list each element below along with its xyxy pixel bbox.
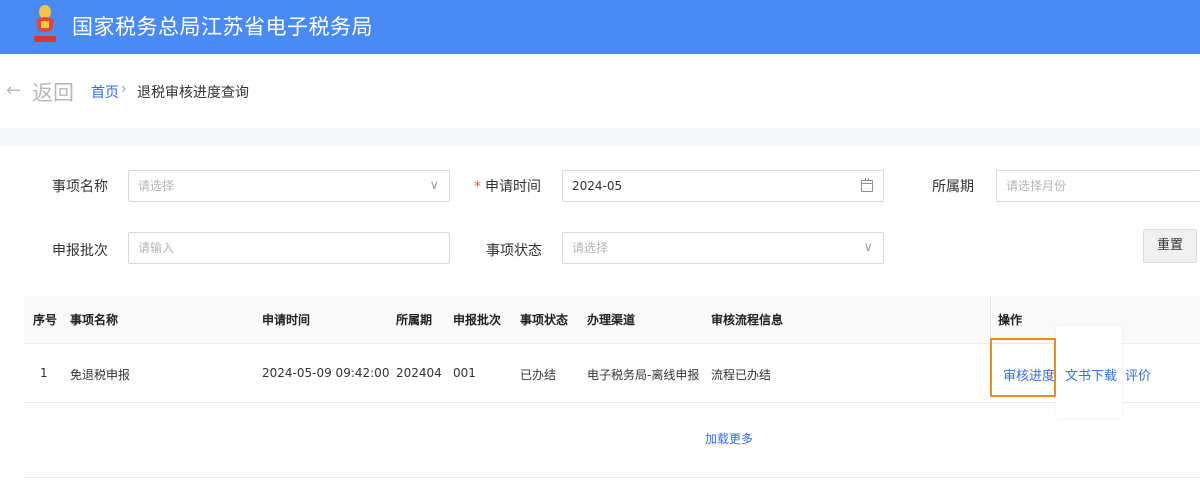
site-title: 国家税务总局江苏省电子税务局 — [72, 15, 373, 39]
table-header: 序号 事项名称 申请时间 所属期 申报批次 事项状态 办理渠道 审核流程信息 操… — [24, 296, 1200, 344]
apply-time-label: * 申请时间 — [474, 176, 541, 196]
tax-emblem-icon — [34, 5, 56, 42]
column-header: 办理渠道 — [587, 313, 636, 327]
row-batch: 001 — [453, 366, 476, 380]
period-placeholder: 请选择月份 — [1006, 179, 1067, 193]
apply-time-value: 2024-05 — [572, 179, 623, 193]
breadcrumb-current: 退税审核进度查询 — [137, 85, 249, 101]
column-header: 申报批次 — [453, 313, 502, 327]
row-index: 1 — [40, 366, 48, 380]
navbar: ← 返回 首页 › 退税审核进度查询 — [0, 54, 1200, 128]
apply-time-label-text: 申请时间 — [485, 179, 541, 195]
breadcrumb-home-link[interactable]: 首页 — [91, 82, 119, 102]
calendar-icon — [861, 178, 873, 192]
column-header: 审核流程信息 — [711, 313, 784, 327]
chevron-down-icon: ∨ — [863, 240, 873, 255]
status-label: 事项状态 — [486, 243, 542, 259]
column-header: 操作 — [998, 313, 1023, 327]
column-header: 序号 — [33, 313, 58, 327]
review-progress-link[interactable]: 审核进度 — [1003, 365, 1055, 384]
item-name-select[interactable]: 请选择 ∨ — [128, 170, 450, 202]
breadcrumb-separator: › — [121, 81, 127, 97]
column-header: 事项名称 — [70, 313, 119, 327]
column-header: 所属期 — [396, 313, 433, 327]
document-download-link[interactable]: 文书下载 — [1065, 365, 1117, 384]
batch-placeholder: 请输入 — [138, 241, 175, 255]
chevron-down-icon: ∨ — [429, 178, 439, 193]
rate-link[interactable]: 评价 — [1125, 365, 1151, 384]
row-apply-time: 2024-05-09 09:42:00 — [262, 366, 390, 380]
row-item-name: 免退税申报 — [70, 368, 131, 382]
status-placeholder: 请选择 — [572, 241, 609, 255]
row-status: 已办结 — [520, 368, 557, 382]
required-mark: * — [474, 179, 481, 195]
load-more-link[interactable]: 加载更多 — [24, 430, 1200, 447]
column-header: 申请时间 — [262, 313, 311, 327]
table-bottom-border — [24, 477, 1200, 478]
back-button[interactable]: 返回 — [32, 77, 74, 107]
batch-input[interactable]: 请输入 — [128, 232, 450, 264]
section-divider-band — [0, 128, 1200, 146]
back-arrow-icon[interactable]: ← — [6, 80, 21, 101]
reset-button[interactable]: 重置 — [1143, 229, 1197, 263]
row-period: 202404 — [396, 366, 442, 380]
item-name-label: 事项名称 — [52, 179, 108, 195]
item-name-placeholder: 请选择 — [138, 179, 175, 193]
status-select[interactable]: 请选择 ∨ — [562, 232, 884, 264]
top-header: 国家税务总局江苏省电子税务局 — [0, 0, 1200, 54]
column-divider — [990, 296, 991, 343]
column-header: 事项状态 — [520, 313, 569, 327]
period-label: 所属期 — [932, 179, 974, 195]
period-picker[interactable]: 请选择月份 — [996, 170, 1200, 202]
table-row: 1 免退税申报 2024-05-09 09:42:00 202404 001 已… — [24, 326, 1200, 418]
row-channel: 电子税务局-离线申报 — [587, 368, 700, 382]
batch-label: 申报批次 — [52, 243, 108, 259]
apply-time-picker[interactable]: 2024-05 — [562, 170, 884, 202]
row-flow-info: 流程已办结 — [711, 368, 772, 382]
